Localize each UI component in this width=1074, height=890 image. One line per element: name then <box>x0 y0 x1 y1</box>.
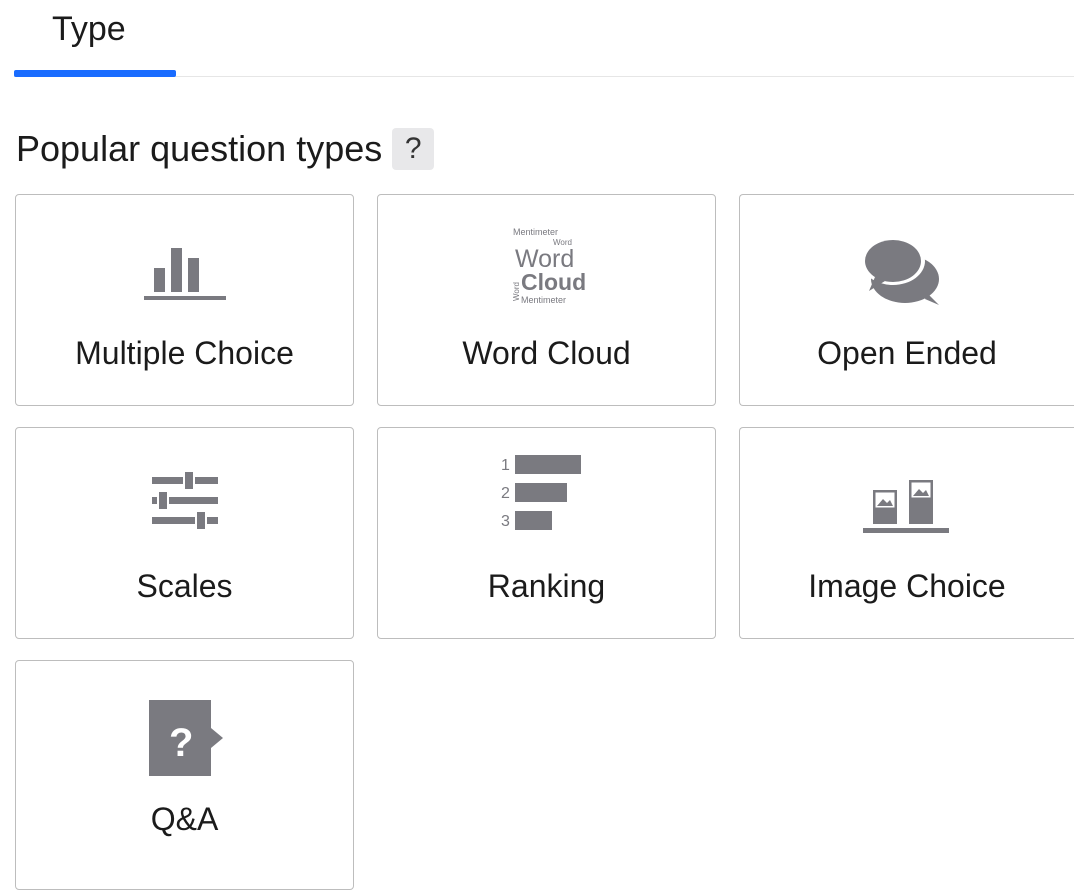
bar-chart-icon <box>16 217 353 317</box>
wc-small-top: Mentimeter <box>513 227 558 237</box>
card-label: Multiple Choice <box>75 335 294 371</box>
help-button[interactable]: ? <box>392 128 435 170</box>
question-type-image-choice[interactable]: Image Choice <box>739 427 1074 639</box>
card-label: Word Cloud <box>462 335 631 371</box>
question-type-scales[interactable]: Scales <box>15 427 354 639</box>
rank-number-3: 3 <box>501 513 510 530</box>
rank-number-2: 2 <box>501 485 510 502</box>
card-label: Open Ended <box>817 335 997 371</box>
qa-glyph: ? <box>169 721 193 765</box>
question-type-ranking[interactable]: 1 2 3 Ranking <box>377 427 716 639</box>
sliders-icon <box>16 450 353 550</box>
question-type-qa[interactable]: ? Q&A <box>15 660 354 890</box>
question-type-word-cloud[interactable]: Mentimeter Word Word Cloud Mentimeter Wo… <box>377 194 716 406</box>
image-choice-icon <box>740 450 1074 550</box>
tab-type[interactable]: Type <box>14 0 176 77</box>
question-type-open-ended[interactable]: Open Ended <box>739 194 1074 406</box>
card-label: Image Choice <box>808 568 1006 604</box>
card-label: Scales <box>136 568 233 604</box>
chat-bubbles-icon <box>740 217 1074 317</box>
section-title: Popular question types <box>16 128 383 169</box>
word-cloud-icon: Mentimeter Word Word Cloud Mentimeter Wo… <box>378 217 715 317</box>
tab-type-label: Type <box>52 10 126 48</box>
qa-icon: ? <box>16 683 353 783</box>
active-tab-indicator <box>14 70 176 77</box>
ranking-icon: 1 2 3 <box>378 450 715 550</box>
wc-side: Word <box>512 282 521 301</box>
wc-bottom: Mentimeter <box>521 295 566 305</box>
question-type-multiple-choice[interactable]: Multiple Choice <box>15 194 354 406</box>
card-label: Q&A <box>150 801 219 837</box>
rank-number-1: 1 <box>501 457 510 474</box>
section-heading: Popular question types ? <box>16 128 435 170</box>
card-label: Ranking <box>487 568 606 604</box>
tab-bar: Type <box>14 0 1074 77</box>
wc-big-2: Cloud <box>521 269 586 295</box>
